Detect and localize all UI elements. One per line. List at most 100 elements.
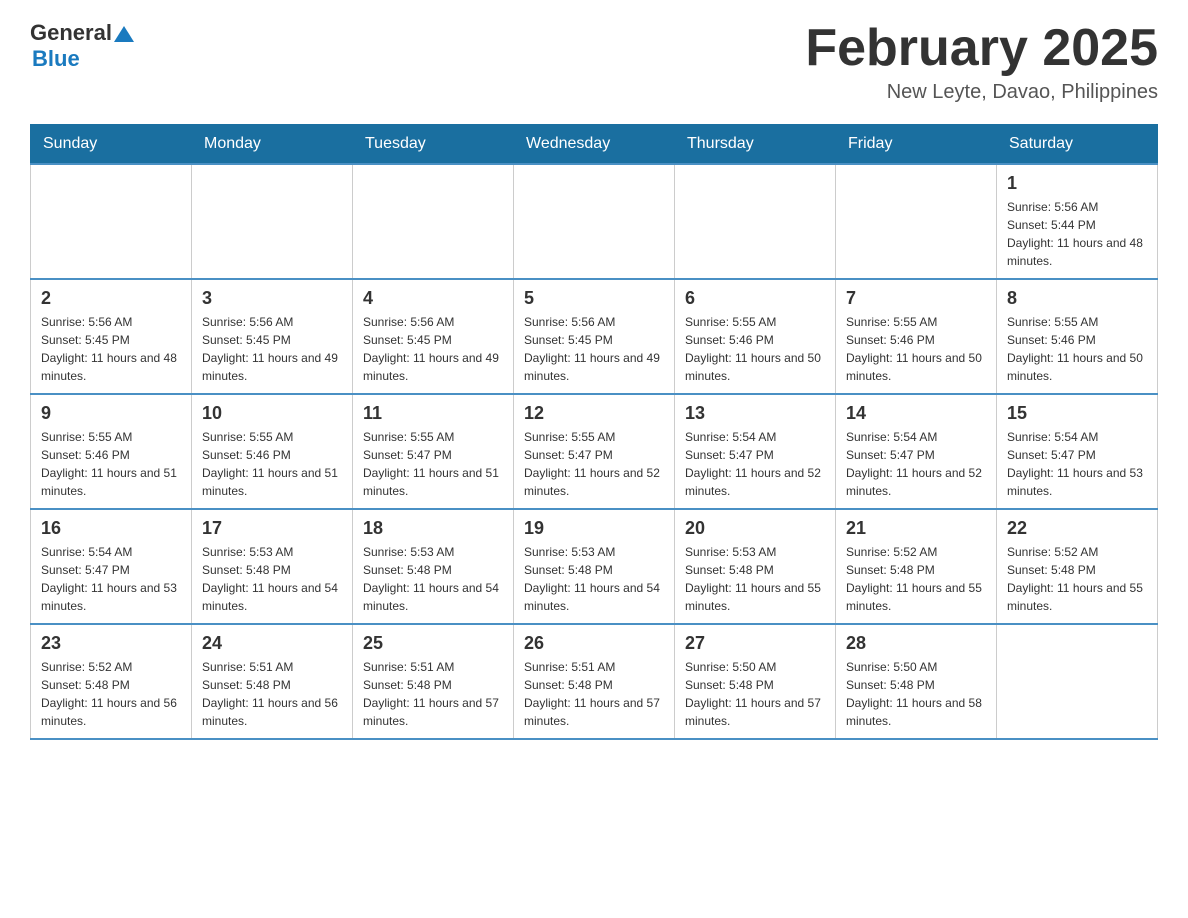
day-info: Sunrise: 5:56 AM Sunset: 5:45 PM Dayligh… xyxy=(202,313,342,385)
table-row: 6 Sunrise: 5:55 AM Sunset: 5:46 PM Daylig… xyxy=(675,279,836,394)
day-number: 19 xyxy=(524,518,664,539)
day-number: 4 xyxy=(363,288,503,309)
day-info: Sunrise: 5:51 AM Sunset: 5:48 PM Dayligh… xyxy=(524,658,664,730)
day-number: 1 xyxy=(1007,173,1147,194)
col-wednesday: Wednesday xyxy=(514,125,675,165)
table-row xyxy=(675,164,836,279)
table-row: 10 Sunrise: 5:55 AM Sunset: 5:46 PM Dayli… xyxy=(192,394,353,509)
day-info: Sunrise: 5:55 AM Sunset: 5:46 PM Dayligh… xyxy=(202,428,342,500)
day-info: Sunrise: 5:55 AM Sunset: 5:46 PM Dayligh… xyxy=(41,428,181,500)
table-row: 5 Sunrise: 5:56 AM Sunset: 5:45 PM Daylig… xyxy=(514,279,675,394)
day-number: 25 xyxy=(363,633,503,654)
table-row xyxy=(31,164,192,279)
table-row: 21 Sunrise: 5:52 AM Sunset: 5:48 PM Dayli… xyxy=(836,509,997,624)
col-friday: Friday xyxy=(836,125,997,165)
day-number: 12 xyxy=(524,403,664,424)
table-row: 12 Sunrise: 5:55 AM Sunset: 5:47 PM Dayli… xyxy=(514,394,675,509)
table-row: 7Sunrise: 5:55 AM Sunset: 5:46 PM Daylig… xyxy=(836,279,997,394)
col-monday: Monday xyxy=(192,125,353,165)
logo: General Blue xyxy=(30,20,134,72)
calendar-week-row: 1 Sunrise: 5:56 AM Sunset: 5:44 PM Daylig… xyxy=(31,164,1158,279)
header: General Blue February 2025 New Leyte, Da… xyxy=(30,20,1158,104)
table-row: 17 Sunrise: 5:53 AM Sunset: 5:48 PM Dayli… xyxy=(192,509,353,624)
table-row: 24 Sunrise: 5:51 AM Sunset: 5:48 PM Dayli… xyxy=(192,624,353,739)
table-row: 23 Sunrise: 5:52 AM Sunset: 5:48 PM Dayli… xyxy=(31,624,192,739)
table-row: 15Sunrise: 5:54 AM Sunset: 5:47 PM Dayli… xyxy=(997,394,1158,509)
day-number: 20 xyxy=(685,518,825,539)
logo-triangle-icon xyxy=(114,24,134,44)
table-row: 19Sunrise: 5:53 AM Sunset: 5:48 PM Dayli… xyxy=(514,509,675,624)
table-row: 16 Sunrise: 5:54 AM Sunset: 5:47 PM Dayli… xyxy=(31,509,192,624)
calendar-week-row: 2 Sunrise: 5:56 AM Sunset: 5:45 PM Daylig… xyxy=(31,279,1158,394)
month-title: February 2025 xyxy=(805,20,1158,77)
day-number: 14 xyxy=(846,403,986,424)
day-info: Sunrise: 5:54 AM Sunset: 5:47 PM Dayligh… xyxy=(1007,428,1147,500)
table-row: 18 Sunrise: 5:53 AM Sunset: 5:48 PM Dayli… xyxy=(353,509,514,624)
col-thursday: Thursday xyxy=(675,125,836,165)
day-number: 13 xyxy=(685,403,825,424)
day-number: 22 xyxy=(1007,518,1147,539)
day-number: 18 xyxy=(363,518,503,539)
day-info: Sunrise: 5:52 AM Sunset: 5:48 PM Dayligh… xyxy=(1007,543,1147,615)
day-number: 17 xyxy=(202,518,342,539)
table-row xyxy=(997,624,1158,739)
day-number: 2 xyxy=(41,288,181,309)
day-info: Sunrise: 5:53 AM Sunset: 5:48 PM Dayligh… xyxy=(202,543,342,615)
table-row: 26 Sunrise: 5:51 AM Sunset: 5:48 PM Dayli… xyxy=(514,624,675,739)
day-info: Sunrise: 5:50 AM Sunset: 5:48 PM Dayligh… xyxy=(846,658,986,730)
table-row: 28 Sunrise: 5:50 AM Sunset: 5:48 PM Dayli… xyxy=(836,624,997,739)
table-row: 25Sunrise: 5:51 AM Sunset: 5:48 PM Dayli… xyxy=(353,624,514,739)
day-info: Sunrise: 5:53 AM Sunset: 5:48 PM Dayligh… xyxy=(363,543,503,615)
day-info: Sunrise: 5:54 AM Sunset: 5:47 PM Dayligh… xyxy=(685,428,825,500)
day-info: Sunrise: 5:51 AM Sunset: 5:48 PM Dayligh… xyxy=(202,658,342,730)
day-info: Sunrise: 5:54 AM Sunset: 5:47 PM Dayligh… xyxy=(846,428,986,500)
day-info: Sunrise: 5:55 AM Sunset: 5:46 PM Dayligh… xyxy=(846,313,986,385)
title-area: February 2025 New Leyte, Davao, Philippi… xyxy=(805,20,1158,104)
day-number: 16 xyxy=(41,518,181,539)
day-info: Sunrise: 5:55 AM Sunset: 5:46 PM Dayligh… xyxy=(1007,313,1147,385)
calendar-week-row: 16 Sunrise: 5:54 AM Sunset: 5:47 PM Dayli… xyxy=(31,509,1158,624)
day-info: Sunrise: 5:52 AM Sunset: 5:48 PM Dayligh… xyxy=(41,658,181,730)
logo-general-text: General xyxy=(30,20,112,46)
day-info: Sunrise: 5:52 AM Sunset: 5:48 PM Dayligh… xyxy=(846,543,986,615)
table-row: 20 Sunrise: 5:53 AM Sunset: 5:48 PM Dayli… xyxy=(675,509,836,624)
day-number: 8 xyxy=(1007,288,1147,309)
table-row: 14 Sunrise: 5:54 AM Sunset: 5:47 PM Dayli… xyxy=(836,394,997,509)
table-row: 11Sunrise: 5:55 AM Sunset: 5:47 PM Dayli… xyxy=(353,394,514,509)
day-number: 5 xyxy=(524,288,664,309)
table-row: 22 Sunrise: 5:52 AM Sunset: 5:48 PM Dayli… xyxy=(997,509,1158,624)
day-info: Sunrise: 5:54 AM Sunset: 5:47 PM Dayligh… xyxy=(41,543,181,615)
day-number: 9 xyxy=(41,403,181,424)
col-saturday: Saturday xyxy=(997,125,1158,165)
table-row: 9 Sunrise: 5:55 AM Sunset: 5:46 PM Daylig… xyxy=(31,394,192,509)
day-number: 21 xyxy=(846,518,986,539)
day-number: 10 xyxy=(202,403,342,424)
day-number: 23 xyxy=(41,633,181,654)
day-number: 3 xyxy=(202,288,342,309)
day-number: 11 xyxy=(363,403,503,424)
table-row: 2Sunrise: 5:56 AM Sunset: 5:45 PM Daylig… xyxy=(31,279,192,394)
calendar-week-row: 9 Sunrise: 5:55 AM Sunset: 5:46 PM Daylig… xyxy=(31,394,1158,509)
day-number: 6 xyxy=(685,288,825,309)
day-number: 28 xyxy=(846,633,986,654)
table-row xyxy=(192,164,353,279)
calendar-table: Sunday Monday Tuesday Wednesday Thursday… xyxy=(30,124,1158,740)
logo-blue-text: Blue xyxy=(32,46,80,72)
table-row: 13 Sunrise: 5:54 AM Sunset: 5:47 PM Dayli… xyxy=(675,394,836,509)
day-info: Sunrise: 5:55 AM Sunset: 5:47 PM Dayligh… xyxy=(524,428,664,500)
day-info: Sunrise: 5:56 AM Sunset: 5:45 PM Dayligh… xyxy=(524,313,664,385)
table-row xyxy=(514,164,675,279)
day-number: 26 xyxy=(524,633,664,654)
day-info: Sunrise: 5:50 AM Sunset: 5:48 PM Dayligh… xyxy=(685,658,825,730)
table-row xyxy=(353,164,514,279)
table-row: 4Sunrise: 5:56 AM Sunset: 5:45 PM Daylig… xyxy=(353,279,514,394)
table-row xyxy=(836,164,997,279)
table-row: 1 Sunrise: 5:56 AM Sunset: 5:44 PM Daylig… xyxy=(997,164,1158,279)
day-info: Sunrise: 5:53 AM Sunset: 5:48 PM Dayligh… xyxy=(685,543,825,615)
calendar-week-row: 23 Sunrise: 5:52 AM Sunset: 5:48 PM Dayli… xyxy=(31,624,1158,739)
table-row: 3 Sunrise: 5:56 AM Sunset: 5:45 PM Daylig… xyxy=(192,279,353,394)
day-info: Sunrise: 5:56 AM Sunset: 5:44 PM Dayligh… xyxy=(1007,198,1147,270)
day-info: Sunrise: 5:55 AM Sunset: 5:46 PM Dayligh… xyxy=(685,313,825,385)
calendar-header-row: Sunday Monday Tuesday Wednesday Thursday… xyxy=(31,125,1158,165)
day-number: 24 xyxy=(202,633,342,654)
